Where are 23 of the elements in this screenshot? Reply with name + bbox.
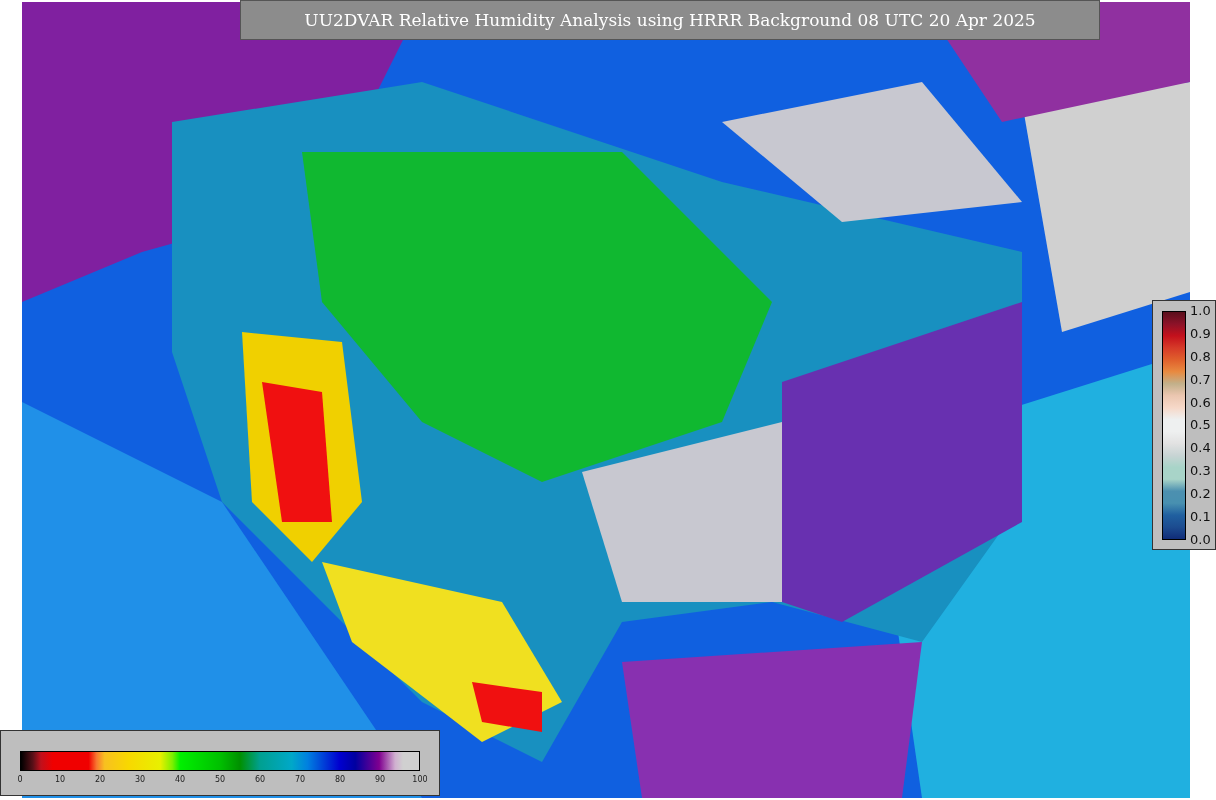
colorbar-label: 10 [54, 775, 66, 784]
colorbar-label: 0.2 [1190, 486, 1211, 503]
colorbar-label: 0.4 [1190, 440, 1211, 457]
colorbar-label: 0.8 [1190, 348, 1211, 365]
colorbar-label: 20 [94, 775, 106, 784]
colorbar-label: 0.9 [1190, 325, 1211, 342]
colorbar-label: 1.0 [1190, 303, 1211, 319]
colorbar-label: 30 [134, 775, 146, 784]
colorbar-label: 0.5 [1190, 417, 1211, 434]
colorbar-label: 0.1 [1190, 509, 1211, 525]
colorbar-label: 80 [334, 775, 346, 784]
colorbar-label: 90 [374, 775, 386, 784]
colorbar-label: 0.7 [1190, 371, 1211, 388]
colorbar-label: 0.6 [1190, 394, 1211, 411]
colorbar-label: 50 [214, 775, 226, 784]
colorbar-label: 0.0 [1190, 531, 1211, 548]
colorbar-label: 70 [294, 775, 306, 784]
colorbar-label: 0.3 [1190, 463, 1211, 480]
colorbar-label: 60 [254, 775, 266, 784]
colorbar-label: 100 [412, 775, 428, 784]
map-title: UU2DVAR Relative Humidity Analysis using HRRR Background 08 UTC 20 Apr 2025 [240, 0, 1100, 40]
colorbar-label: 40 [174, 775, 186, 784]
colorbar-label: 0 [17, 775, 23, 784]
